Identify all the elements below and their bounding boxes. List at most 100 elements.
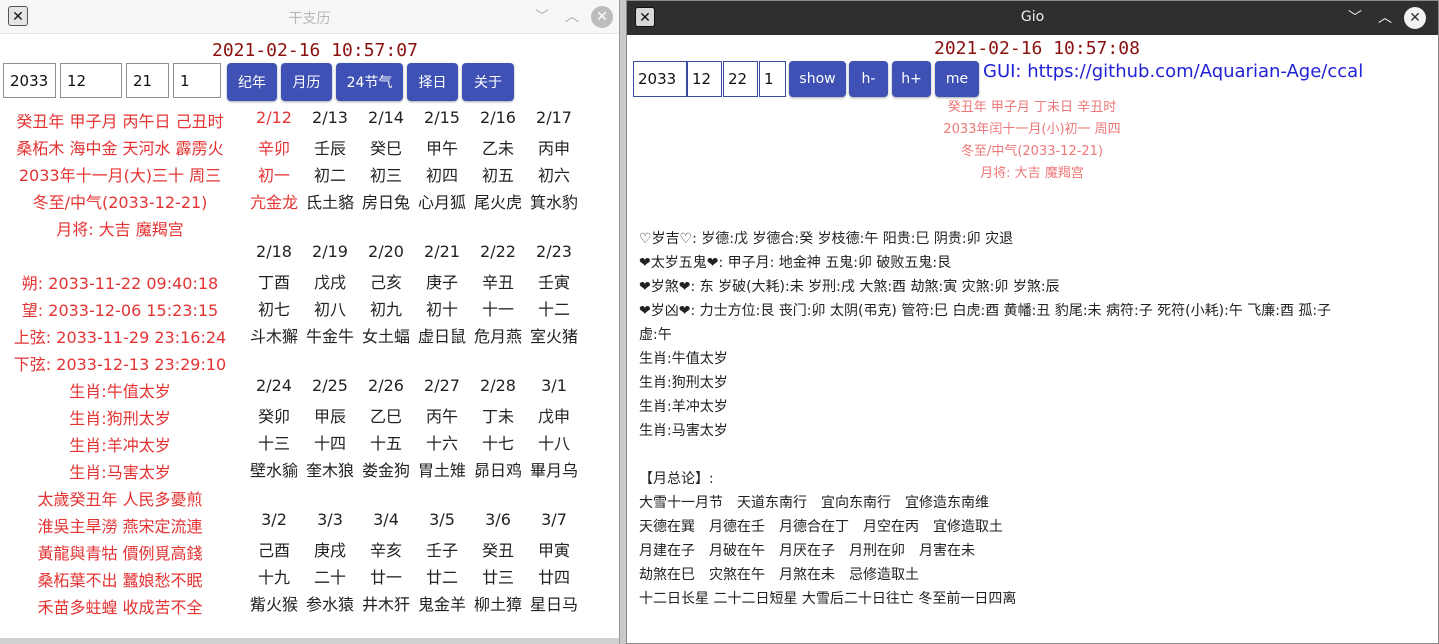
calendar-lunar-day: 十八 — [537, 434, 570, 453]
calendar-ganzhi: 乙未 — [481, 139, 514, 158]
summary-line: 癸丑年 甲子月 丁未日 辛丑时 — [947, 100, 1117, 115]
detail-line: 大雪十一月节 天道东南行 宜向东南行 宜修造东南维 — [639, 495, 989, 511]
calendar-mansion: 心月狐 — [417, 193, 466, 212]
month-input[interactable] — [60, 63, 122, 98]
calendar-date: 2/16 — [480, 108, 516, 127]
calendar-mansion: 胃土雉 — [417, 461, 466, 480]
detail-line: 虚:午 — [639, 327, 672, 343]
detail-line: 十二日长星 二十二日短星 大雪后二十日往亡 冬至前一日四离 — [639, 591, 1017, 607]
detail-line: 天德在巽 月德在壬 月德合在丁 月空在丙 宜修造取土 — [639, 519, 1003, 535]
calendar-date: 2/25 — [312, 376, 348, 395]
day-input[interactable] — [723, 61, 758, 97]
summary-line: 冬至/中气(2033-12-21) — [960, 144, 1104, 159]
calendar-mansion: 鬼金羊 — [417, 595, 466, 614]
calendar-lunar-day: 初三 — [369, 166, 402, 185]
calendar-mansion: 房日兔 — [361, 193, 410, 212]
calendar-ganzhi: 丁未 — [481, 407, 514, 426]
day-input[interactable] — [126, 63, 169, 98]
info-line: 下弦: 2033-12-13 23:29:10 — [13, 355, 227, 374]
calendar-mansion: 娄金狗 — [361, 461, 410, 480]
info-line: 太歲癸丑年 人民多憂煎 — [37, 490, 203, 509]
calendar-date: 2/17 — [536, 108, 572, 127]
solar-terms-button[interactable]: 24节气 — [336, 63, 403, 101]
calendar-lunar-day: 廿三 — [481, 568, 514, 587]
detail-line: 生肖:狗刑太岁 — [639, 375, 728, 391]
maximize-button[interactable]: ︿ — [1374, 7, 1396, 29]
title-bar[interactable]: ✕ 干支历 ﹀ ︿ ✕ — [0, 0, 619, 34]
info-line: 望: 2033-12-06 15:23:15 — [21, 301, 219, 320]
minimize-button[interactable]: ﹀ — [1344, 7, 1366, 29]
title-bar[interactable]: ✕ Gio ﹀ ︿ ✕ — [627, 1, 1438, 35]
year-input[interactable] — [633, 61, 687, 97]
window-title: Gio — [1020, 9, 1045, 25]
info-line: 生肖:羊冲太岁 — [69, 436, 171, 455]
calendar-ganzhi: 庚子 — [425, 273, 458, 292]
maximize-button[interactable]: ︿ — [561, 6, 583, 28]
close-button[interactable]: ✕ — [591, 6, 613, 28]
calendar-mansion: 井木犴 — [361, 595, 410, 614]
detail-line: ❤太岁五鬼❤: 甲子月: 地金神 五鬼:卯 破败五鬼:艮 — [639, 255, 952, 271]
calendar-lunar-day: 初五 — [481, 166, 514, 185]
month-input[interactable] — [687, 61, 722, 97]
calendar-lunar-day: 初一 — [257, 166, 290, 185]
calendar-ganzhi: 丁酉 — [257, 273, 290, 292]
calendar-mansion: 畢月乌 — [529, 461, 578, 480]
calendar-lunar-day: 初九 — [369, 300, 402, 319]
calendar-date: 3/6 — [485, 510, 511, 529]
info-line: 朔: 2033-11-22 09:40:18 — [21, 274, 219, 293]
calendar-mansion: 参水猿 — [305, 595, 354, 614]
calendar-date: 3/5 — [429, 510, 455, 529]
info-line: 冬至/中气(2033-12-21) — [32, 193, 208, 212]
calendar-mansion: 尾火虎 — [473, 193, 522, 212]
calendar-ganzhi: 壬辰 — [313, 139, 346, 158]
github-link[interactable]: GUI: https://github.com/Aquarian-Age/cca… — [983, 61, 1363, 82]
window-title: 干支历 — [288, 11, 331, 27]
hour-minus-button[interactable]: h- — [849, 61, 888, 97]
hour-plus-button[interactable]: h+ — [892, 61, 931, 97]
about-button[interactable]: 关于 — [462, 63, 514, 101]
calendar-lunar-day: 十七 — [481, 434, 514, 453]
detail-line: ❤岁煞❤: 东 岁破(大耗):未 岁刑:戌 大煞:酉 劫煞:寅 灾煞:卯 岁煞:… — [639, 279, 1060, 295]
show-button[interactable]: show — [789, 61, 846, 97]
calendar-lunar-day: 初四 — [425, 166, 458, 185]
me-button[interactable]: me — [935, 61, 979, 97]
calendar-date: 2/18 — [256, 242, 292, 261]
detail-line: 劫煞在巳 灾煞在午 月煞在未 忌修造取土 — [639, 567, 919, 583]
month-calendar-button[interactable]: 月历 — [281, 63, 332, 101]
calendar-date: 2/24 — [256, 376, 292, 395]
info-line: 生肖:牛值太岁 — [69, 382, 171, 401]
hour-input[interactable] — [173, 63, 221, 98]
minimize-button[interactable]: ﹀ — [531, 6, 553, 28]
detail-line: 月建在子 月破在午 月厌在子 月刑在卯 月害在未 — [639, 543, 975, 559]
calendar-date: 2/26 — [368, 376, 404, 395]
calendar-ganzhi: 辛亥 — [369, 541, 402, 560]
calendar-ganzhi: 乙巳 — [369, 407, 402, 426]
detail-line: ♡岁吉♡: 岁德:戊 岁德合:癸 岁枝德:午 阳贵:巳 阴贵:卯 灾退 — [639, 231, 1014, 247]
calendar-date: 2/22 — [480, 242, 516, 261]
calendar-ganzhi: 戊戌 — [313, 273, 346, 292]
hour-input[interactable] — [759, 61, 786, 97]
info-line: 月将: 大吉 魔羯宫 — [56, 220, 184, 239]
summary-line: 2033年闰十一月(小)初一 周四 — [943, 122, 1121, 137]
info-line: 生肖:马害太岁 — [69, 463, 171, 482]
calendar-lunar-day: 廿四 — [537, 568, 570, 587]
date-selection-button[interactable]: 择日 — [407, 63, 458, 101]
calendar-mansion: 壁水貐 — [249, 461, 298, 480]
calendar-ganzhi: 辛卯 — [257, 139, 290, 158]
info-line: 桑柘木 海中金 天河水 霹雳火 — [16, 139, 224, 158]
calendar-lunar-day: 十九 — [257, 568, 290, 587]
calendar-lunar-day: 初六 — [537, 166, 570, 185]
calendar-mansion: 奎木狼 — [305, 461, 354, 480]
calendar-mansion: 柳土獐 — [473, 595, 522, 614]
calendar-lunar-day: 十六 — [425, 434, 458, 453]
calendar-date: 2/27 — [424, 376, 460, 395]
detail-line: ❤岁凶❤: 力士方位:艮 丧门:卯 太阴(弔克) 管符:巳 白虎:酉 黄幡:丑 … — [639, 303, 1332, 319]
detail-line: 生肖:马害太岁 — [639, 423, 728, 439]
close-button[interactable]: ✕ — [1404, 7, 1426, 29]
calendar-date: 2/15 — [424, 108, 460, 127]
calendar-ganzhi: 壬子 — [425, 541, 458, 560]
calendar-date: 3/1 — [541, 376, 567, 395]
era-button[interactable]: 纪年 — [227, 63, 277, 101]
year-input[interactable] — [3, 63, 56, 98]
calendar-date: 2/28 — [480, 376, 516, 395]
